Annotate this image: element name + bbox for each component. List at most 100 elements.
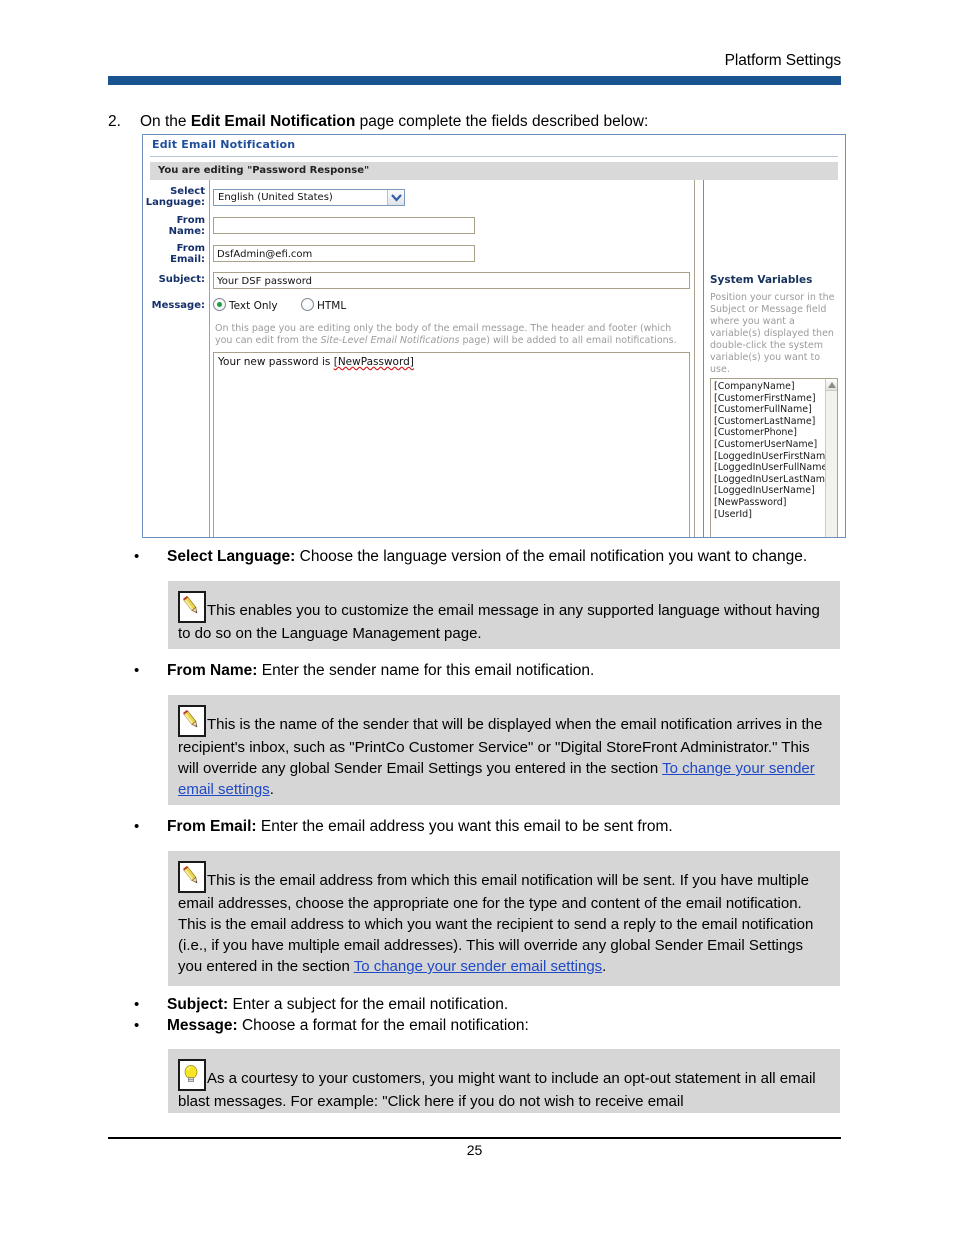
message-hint-italic: Site-Level Email Notifications: [320, 335, 460, 346]
note-select-language: This enables you to customize the email …: [168, 581, 840, 649]
chevron-down-icon[interactable]: [387, 190, 404, 205]
note-pencil-icon: [178, 705, 206, 737]
message-body-prefix: Your new password is: [218, 356, 334, 368]
bullet-text: Select Language: Choose the language ver…: [167, 548, 807, 565]
panel-subheader-label: You are editing "Password Response": [158, 165, 370, 176]
list-item[interactable]: [LoggedInUserLastName]: [714, 474, 837, 486]
step-prefix: On the: [140, 113, 191, 130]
step-2: 2. On the Edit Email Notification page c…: [108, 112, 848, 132]
message-hint-text: On this page you are editing only the bo…: [215, 323, 687, 347]
scroll-up-arrow-icon[interactable]: [826, 379, 837, 391]
subject-label: Subject:: [158, 274, 205, 285]
bullet-from-email: • From Email: Enter the email address yo…: [134, 816, 844, 837]
list-item[interactable]: [CustomerFirstName]: [714, 393, 837, 405]
note-from-name: This is the name of the sender that will…: [168, 695, 840, 805]
note-text-part2: .: [269, 781, 274, 798]
bullet-term: Select Language:: [167, 548, 296, 565]
bullet-text: Subject: Enter a subject for the email n…: [167, 996, 508, 1013]
note-message-tip: As a courtesy to your customers, you mig…: [168, 1049, 840, 1113]
bullet-desc: Choose the language version of the email…: [295, 548, 808, 565]
radio-text-only-indicator[interactable]: [213, 298, 226, 311]
bullet-desc: Enter the sender name for this email not…: [257, 662, 595, 679]
radio-html-label: HTML: [316, 300, 347, 312]
system-variables-divider: [703, 180, 704, 537]
note-text: This enables you to customize the email …: [178, 602, 820, 642]
message-format-radio-group: Text Only HTML: [213, 298, 366, 312]
header-accent-rule: [108, 76, 841, 85]
form-column-divider-right: [694, 180, 695, 537]
tip-lightbulb-icon: [178, 1059, 206, 1091]
system-variables-listbox[interactable]: [CompanyName] [CustomerFirstName] [Custo…: [710, 378, 838, 537]
bullet-text: From Email: Enter the email address you …: [167, 818, 673, 835]
list-item[interactable]: [CompanyName]: [714, 381, 837, 393]
bullet-term: Message:: [167, 1017, 238, 1034]
note-paragraph: This is the email address from which thi…: [178, 861, 830, 977]
bullet-marker: •: [134, 818, 140, 835]
note-paragraph: This is the name of the sender that will…: [178, 705, 830, 800]
note-text-part2: .: [602, 958, 607, 975]
bullet-term: Subject:: [167, 996, 229, 1013]
bullet-text: From Name: Enter the sender name for thi…: [167, 662, 594, 679]
step-number: 2.: [108, 113, 121, 130]
note-paragraph: As a courtesy to your customers, you mig…: [178, 1059, 830, 1112]
system-variables-description: Position your cursor in the Subject or M…: [710, 292, 835, 375]
select-language-label: Select Language:: [145, 186, 205, 208]
page-number: 25: [466, 1142, 483, 1158]
bullet-marker: •: [134, 662, 140, 679]
system-variables-scrollbar[interactable]: [825, 379, 837, 537]
radio-html-indicator[interactable]: [300, 298, 314, 311]
message-body-variable: [NewPassword]: [333, 356, 414, 368]
note-pencil-icon: [178, 591, 206, 623]
note-text: As a courtesy to your customers, you mig…: [178, 1070, 816, 1110]
page-header-title: Platform Settings: [724, 52, 841, 69]
from-name-label: From Name:: [168, 215, 205, 237]
list-item[interactable]: [CustomerFullName]: [714, 404, 837, 416]
system-variables-title: System Variables: [710, 274, 813, 286]
bullet-marker: •: [134, 996, 140, 1013]
note-paragraph: This enables you to customize the email …: [178, 591, 830, 644]
bullet-message: • Message: Choose a format for the email…: [134, 1015, 844, 1036]
from-email-label: From Email:: [170, 243, 205, 265]
select-language-dropdown[interactable]: English (United States): [213, 189, 405, 206]
panel-title-divider: [150, 156, 838, 157]
list-item[interactable]: [CustomerUserName]: [714, 439, 837, 451]
list-item[interactable]: [LoggedInUserName]: [714, 485, 837, 497]
system-variables-list: [CompanyName] [CustomerFirstName] [Custo…: [711, 379, 837, 520]
bullet-term: From Email:: [167, 818, 257, 835]
from-email-input[interactable]: DsfAdmin@efi.com: [213, 245, 475, 262]
list-item[interactable]: [LoggedInUserFullName]: [714, 462, 837, 474]
bullet-subject: • Subject: Enter a subject for the email…: [134, 994, 844, 1015]
radio-text-only-label: Text Only: [229, 300, 278, 312]
list-item[interactable]: [LoggedInUserFirstName]: [714, 451, 837, 463]
step-suffix: page complete the fields described below…: [355, 113, 649, 130]
list-item[interactable]: [UserId]: [714, 509, 837, 521]
bullet-desc: Enter the email address you want this em…: [256, 818, 673, 835]
message-body-textarea[interactable]: Your new password is [NewPassword]: [213, 352, 690, 537]
note-from-email: This is the email address from which thi…: [168, 851, 840, 986]
panel-title: Edit Email Notification: [152, 138, 296, 151]
bullet-marker: •: [134, 1017, 140, 1034]
bullet-from-name: • From Name: Enter the sender name for t…: [134, 660, 844, 681]
radio-html[interactable]: HTML: [300, 298, 347, 312]
list-item[interactable]: [CustomerLastName]: [714, 416, 837, 428]
subject-input[interactable]: Your DSF password: [213, 272, 690, 289]
bullet-text: Message: Choose a format for the email n…: [167, 1017, 529, 1034]
from-name-input[interactable]: [213, 217, 475, 234]
message-hint-part2: page) will be added to all email notific…: [459, 335, 677, 346]
panel-subheader: You are editing "Password Response": [150, 162, 838, 180]
bullet-term: From Name:: [167, 662, 258, 679]
radio-text-only[interactable]: Text Only: [213, 298, 278, 312]
list-item[interactable]: [NewPassword]: [714, 497, 837, 509]
bullet-desc: Choose a format for the email notificati…: [237, 1017, 529, 1034]
sender-email-settings-link[interactable]: To change your sender email settings: [354, 958, 602, 975]
message-label: Message:: [151, 300, 205, 311]
footer-rule: [108, 1137, 841, 1139]
bullet-marker: •: [134, 548, 140, 565]
step-bold-term: Edit Email Notification: [190, 113, 356, 130]
list-item[interactable]: [CustomerPhone]: [714, 427, 837, 439]
edit-email-notification-screenshot: Edit Email Notification You are editing …: [142, 134, 846, 538]
step-text: On the Edit Email Notification page comp…: [140, 113, 648, 130]
form-column-divider-left: [209, 180, 210, 537]
bullet-select-language: • Select Language: Choose the language v…: [134, 546, 844, 567]
bullet-desc: Enter a subject for the email notificati…: [228, 996, 509, 1013]
